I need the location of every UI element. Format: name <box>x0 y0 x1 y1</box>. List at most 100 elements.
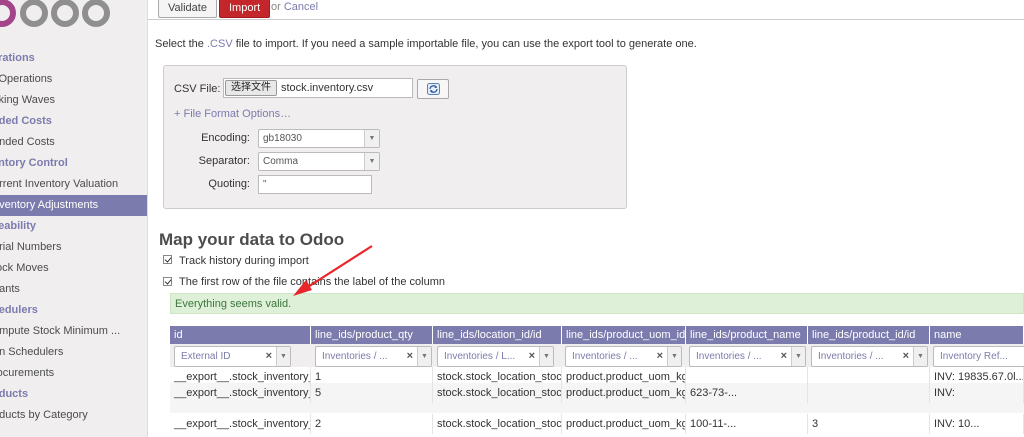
cancel-link[interactable]: Cancel <box>284 1 318 13</box>
field-select-value: Inventories / ... <box>696 351 762 362</box>
sidebar-item-stock-moves[interactable]: tock Moves <box>0 258 147 279</box>
column-header: line_ids/product_name <box>686 326 808 344</box>
table-cell: 100-11-... <box>686 414 808 434</box>
field-select-value: Inventories / ... <box>572 351 638 362</box>
table-cell: stock.stock_location_stock <box>433 383 562 403</box>
valid-message: Everything seems valid. <box>170 293 1024 314</box>
choose-file-button[interactable]: 选择文件 <box>225 80 277 96</box>
reload-button[interactable] <box>417 79 449 99</box>
sidebar-section-traceability: ceability <box>0 220 37 232</box>
sidebar-item-picking-waves[interactable]: cking Waves <box>0 90 147 111</box>
field-select[interactable]: External ID × ▼ <box>174 346 291 367</box>
table-cell: __export__.stock_inventory_3 <box>170 414 311 434</box>
table-cell <box>808 383 930 403</box>
map-title: Map your data to Odoo <box>159 230 345 249</box>
sidebar-item-landed-costs[interactable]: anded Costs <box>0 132 147 153</box>
chevron-down-icon: ▼ <box>364 130 379 147</box>
close-icon[interactable]: × <box>266 350 272 362</box>
track-history-label: Track history during import <box>179 255 309 267</box>
table-cell: 623-73-... <box>686 383 808 403</box>
chevron-down-icon: ▼ <box>791 347 805 366</box>
import-button[interactable]: Import <box>219 0 271 18</box>
table-cell: stock.stock_location_stock <box>433 414 562 434</box>
column-header: id <box>170 326 311 344</box>
sidebar-item-inventory-valuation[interactable]: urrent Inventory Valuation <box>0 174 147 195</box>
sidebar-item-inventory-adjustments[interactable]: nventory Adjustments <box>0 195 147 216</box>
chevron-down-icon: ▼ <box>276 347 290 366</box>
field-select[interactable]: Inventories / ... × ▼ <box>315 346 432 367</box>
validate-button[interactable]: Validate <box>158 0 217 18</box>
sidebar-item-label: nventory Adjustments <box>0 199 99 211</box>
column-header: name <box>930 326 1024 344</box>
chevron-down-icon: ▼ <box>364 153 379 170</box>
table-cell: 3 <box>808 414 930 434</box>
field-select[interactable]: Inventories / ... × ▼ <box>689 346 806 367</box>
sidebar-section-products: oducts <box>0 388 29 400</box>
intro-after: file to import. If you need a sample imp… <box>232 38 697 50</box>
column-header: line_ids/product_qty <box>311 326 433 344</box>
csv-file-label: CSV File: <box>174 83 221 95</box>
odoo-logo[interactable] <box>0 0 138 32</box>
field-select-value: Inventory Ref... <box>940 351 1008 362</box>
file-input[interactable]: 选择文件 stock.inventory.csv <box>223 78 413 98</box>
separator-label: Separator: <box>198 155 250 167</box>
table-cell: 2 <box>311 414 433 434</box>
close-icon[interactable]: × <box>407 350 413 362</box>
track-history-checkbox[interactable] <box>163 255 172 264</box>
sidebar: erations l Operations cking Waves nded C… <box>0 0 148 437</box>
table-cell: INV: <box>930 383 1024 403</box>
field-select-value: Inventories / ... <box>818 351 884 362</box>
sidebar-item-procurements[interactable]: rocurements <box>0 363 147 384</box>
field-select[interactable]: Inventories / ... × ▼ <box>565 346 682 367</box>
file-name: stock.inventory.csv <box>281 82 374 94</box>
field-select[interactable]: Inventories / ... × ▼ <box>811 346 928 367</box>
first-row-header-checkbox[interactable] <box>163 277 172 286</box>
close-icon[interactable]: × <box>903 350 909 362</box>
refresh-icon <box>427 83 440 95</box>
chevron-down-icon: ▼ <box>667 347 681 366</box>
field-select-value: Inventories / L... <box>444 351 516 362</box>
sidebar-item-serial-numbers[interactable]: erial Numbers <box>0 237 147 258</box>
separator-select[interactable]: Comma ▼ <box>258 152 380 171</box>
field-select-value: External ID <box>181 351 231 362</box>
table-cell: 5 <box>311 383 433 403</box>
sidebar-section-operations: erations <box>0 52 35 64</box>
column-header: line_ids/location_id/id <box>433 326 562 344</box>
first-row-header-label: The first row of the file contains the l… <box>179 276 445 288</box>
intro-text: Select the .CSV file to import. If you n… <box>155 38 697 50</box>
close-icon[interactable]: × <box>657 350 663 362</box>
field-select-value: Inventories / ... <box>322 351 388 362</box>
sidebar-item-run-schedulers[interactable]: un Schedulers <box>0 342 147 363</box>
quoting-value: " <box>263 179 267 190</box>
quoting-label: Quoting: <box>208 178 250 190</box>
sidebar-section-landed-costs: nded Costs <box>0 115 52 127</box>
sidebar-item-quants[interactable]: uants <box>0 279 147 300</box>
or-cancel: or Cancel <box>271 1 318 13</box>
field-select[interactable]: Inventory Ref... <box>933 346 1024 367</box>
field-select[interactable]: Inventories / L... × ▼ <box>437 346 554 367</box>
quoting-input[interactable]: " <box>258 175 372 194</box>
separator-value: Comma <box>263 156 299 167</box>
encoding-select[interactable]: gb18030 ▼ <box>258 129 380 148</box>
sidebar-item-products-by-category[interactable]: oducts by Category <box>0 405 147 426</box>
table-cell: INV: 10... <box>930 414 1024 434</box>
sidebar-item-compute-stock-minimum[interactable]: ompute Stock Minimum ... <box>0 321 147 342</box>
file-format-options-link[interactable]: + File Format Options… <box>174 108 291 120</box>
table-cell: __export__.stock_inventory_2 <box>170 383 311 403</box>
column-header: line_ids/product_uom_id/id <box>562 326 686 344</box>
or-text: or <box>271 1 281 13</box>
close-icon[interactable]: × <box>529 350 535 362</box>
valid-message-text: Everything seems valid. <box>175 298 292 310</box>
table-cell: product.product_uom_kgm <box>562 414 686 434</box>
encoding-value: gb18030 <box>263 133 302 144</box>
encoding-label: Encoding: <box>201 132 250 144</box>
chevron-down-icon: ▼ <box>417 347 431 366</box>
column-header: line_ids/product_id/id <box>808 326 930 344</box>
csv-highlight: .CSV <box>206 38 233 50</box>
chevron-down-icon: ▼ <box>913 347 927 366</box>
chevron-down-icon: ▼ <box>539 347 553 366</box>
intro-before: Select the <box>155 38 207 50</box>
sidebar-item-all-operations[interactable]: l Operations <box>0 69 147 90</box>
close-icon[interactable]: × <box>781 350 787 362</box>
table-cell: product.product_uom_kgm <box>562 383 686 403</box>
